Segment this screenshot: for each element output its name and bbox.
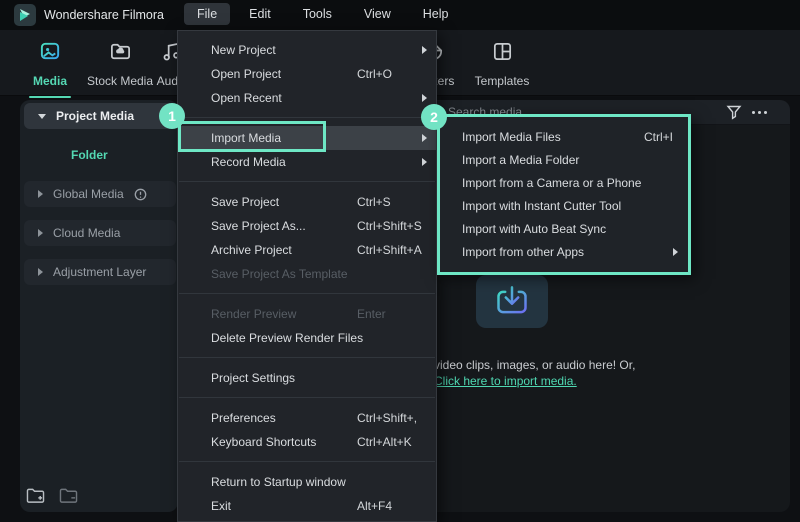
submenu-arrow-icon	[422, 46, 427, 54]
submenu-arrow-icon	[422, 134, 427, 142]
menu-file[interactable]: File	[184, 3, 230, 25]
sidebar-item-cloud-media[interactable]: Cloud Media	[24, 220, 176, 246]
import-media-link[interactable]: Click here to import media.	[434, 374, 577, 388]
submenu-item-import-from-other-apps[interactable]: Import from other Apps	[440, 240, 688, 263]
menu-item-save-project-as-template: Save Project As Template	[178, 262, 436, 286]
sidebar-item-global-media[interactable]: Global Media	[24, 181, 176, 207]
delete-folder-icon[interactable]	[59, 487, 78, 509]
menu-item-preferences[interactable]: Preferences Ctrl+Shift+,	[178, 406, 436, 430]
sidebar-subitem-folder[interactable]: Folder	[71, 148, 108, 162]
tab-templates-label: Templates	[475, 74, 530, 88]
menu-edit[interactable]: Edit	[236, 3, 284, 25]
sidebar-item-label: Project Media	[56, 109, 134, 123]
menu-item-delete-preview-render-files[interactable]: Delete Preview Render Files	[178, 326, 436, 350]
submenu-item-import-media-files[interactable]: Import Media Files Ctrl+I	[440, 125, 688, 148]
menu-item-exit[interactable]: Exit Alt+F4	[178, 494, 436, 518]
sidebar-item-label: Cloud Media	[53, 226, 120, 240]
filter-icon[interactable]	[726, 104, 742, 125]
menubar-items: File Edit Tools View Help	[184, 3, 461, 25]
menu-item-return-to-startup-window[interactable]: Return to Startup window	[178, 470, 436, 494]
menu-item-open-recent[interactable]: Open Recent	[178, 86, 436, 110]
filmora-logo-icon	[14, 4, 36, 26]
file-menu: New Project Open Project Ctrl+O Open Rec…	[177, 30, 437, 522]
menu-separator	[179, 293, 435, 294]
annotation-highlight-box	[178, 121, 326, 152]
menu-item-project-settings[interactable]: Project Settings	[178, 366, 436, 390]
stock-media-icon	[109, 40, 132, 68]
sidebar-item-adjustment-layer[interactable]: Adjustment Layer	[24, 259, 176, 285]
app-title: Wondershare Filmora	[44, 8, 164, 22]
menu-item-archive-project[interactable]: Archive Project Ctrl+Shift+A	[178, 238, 436, 262]
chevron-right-icon[interactable]	[38, 190, 43, 198]
drop-hint-text: video clips, images, or audio here! Or,	[434, 358, 635, 372]
menu-item-render-preview: Render Preview Enter	[178, 302, 436, 326]
submenu-item-import-from-camera-or-phone[interactable]: Import from a Camera or a Phone	[440, 171, 688, 194]
submenu-item-import-with-instant-cutter-tool[interactable]: Import with Instant Cutter Tool	[440, 194, 688, 217]
annotation-badge-1: 1	[159, 103, 185, 129]
menu-item-keyboard-shortcuts[interactable]: Keyboard Shortcuts Ctrl+Alt+K	[178, 430, 436, 454]
media-icon	[39, 40, 62, 68]
more-options-icon[interactable]	[752, 111, 767, 114]
menu-item-new-project[interactable]: New Project	[178, 38, 436, 62]
import-media-button[interactable]	[476, 275, 548, 328]
sidebar-footer	[26, 487, 78, 509]
submenu-item-import-a-media-folder[interactable]: Import a Media Folder	[440, 148, 688, 171]
submenu-item-import-with-auto-beat-sync[interactable]: Import with Auto Beat Sync	[440, 217, 688, 240]
chevron-right-icon[interactable]	[38, 229, 43, 237]
tab-media-label: Media	[33, 74, 67, 88]
menu-help[interactable]: Help	[410, 3, 462, 25]
menu-separator	[179, 397, 435, 398]
tab-media[interactable]: Media	[20, 40, 80, 98]
annotation-badge-2: 2	[421, 104, 447, 130]
templates-icon	[491, 40, 514, 68]
menu-item-record-media[interactable]: Record Media	[178, 150, 436, 174]
tab-stock-media-label: Stock Media	[87, 74, 153, 88]
menu-item-save-project[interactable]: Save Project Ctrl+S	[178, 190, 436, 214]
sidebar-item-label: Global Media	[53, 187, 124, 201]
new-folder-icon[interactable]	[26, 487, 45, 509]
menu-separator	[179, 181, 435, 182]
import-media-submenu: Import Media Files Ctrl+I Import a Media…	[437, 114, 691, 275]
menu-separator	[179, 357, 435, 358]
info-icon	[134, 188, 147, 201]
menu-separator	[179, 117, 435, 118]
menu-item-save-project-as[interactable]: Save Project As... Ctrl+Shift+S	[178, 214, 436, 238]
tab-active-underline	[29, 96, 71, 98]
submenu-arrow-icon	[673, 248, 678, 256]
chevron-down-icon[interactable]	[38, 114, 46, 119]
submenu-arrow-icon	[422, 158, 427, 166]
menu-view[interactable]: View	[351, 3, 404, 25]
chevron-right-icon[interactable]	[38, 268, 43, 276]
menubar: Wondershare Filmora File Edit Tools View…	[0, 0, 800, 30]
menu-item-open-project[interactable]: Open Project Ctrl+O	[178, 62, 436, 86]
tab-templates[interactable]: Templates	[462, 40, 542, 88]
menu-separator	[179, 461, 435, 462]
submenu-arrow-icon	[422, 94, 427, 102]
filmora-window: Wondershare Filmora File Edit Tools View…	[0, 0, 800, 522]
sidebar-item-project-media[interactable]: Project Media	[24, 103, 176, 129]
sidebar-item-label: Adjustment Layer	[53, 265, 146, 279]
menu-tools[interactable]: Tools	[290, 3, 345, 25]
